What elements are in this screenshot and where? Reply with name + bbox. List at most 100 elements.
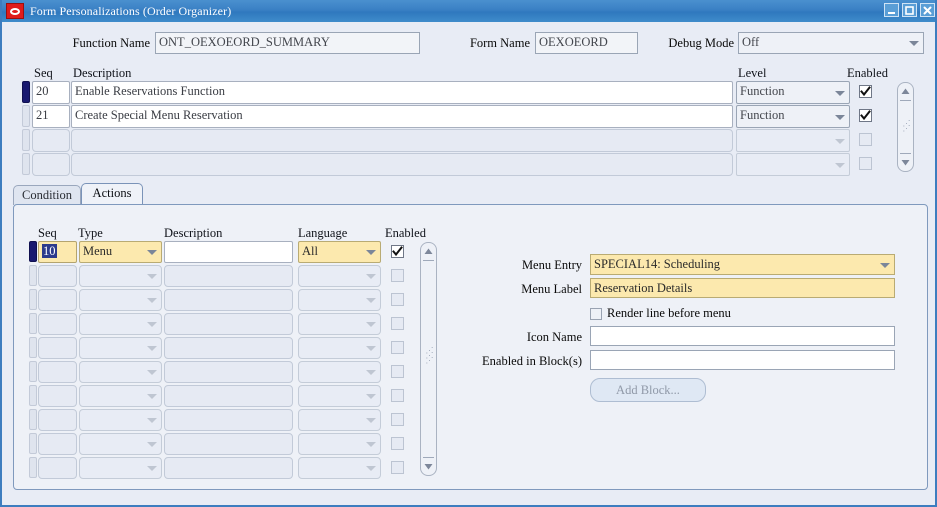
action-row-indicator[interactable] (29, 385, 37, 406)
actions-cell-enabled-checkbox[interactable] (391, 317, 404, 330)
action-row-indicator[interactable] (29, 361, 37, 382)
actions-cell-description[interactable] (164, 385, 293, 407)
actions-cell-seq[interactable] (38, 409, 77, 431)
scrollbar-grip[interactable]: ⋰ ⋰ (903, 120, 911, 133)
render-line-checkbox[interactable] (590, 307, 602, 320)
action-row-indicator[interactable] (29, 433, 37, 454)
function-name-field[interactable]: ONT_OEXOEORD_SUMMARY (155, 32, 420, 54)
actions-scrollbar[interactable]: ⋰ ⋰ ⋰ (420, 242, 437, 476)
close-button[interactable] (920, 3, 935, 17)
rules-cell-enabled-checkbox[interactable] (859, 109, 872, 122)
actions-cell-seq[interactable] (38, 313, 77, 335)
actions-cell-type[interactable] (79, 289, 162, 311)
actions-cell-seq[interactable] (38, 457, 77, 479)
actions-cell-description[interactable] (164, 361, 293, 383)
tab-actions[interactable]: Actions (81, 183, 143, 205)
actions-cell-type[interactable]: Menu (79, 241, 162, 263)
actions-cell-type[interactable] (79, 265, 162, 287)
action-row-indicator[interactable] (29, 457, 37, 478)
debug-mode-dropdown[interactable]: Off (738, 32, 924, 54)
actions-cell-type[interactable] (79, 361, 162, 383)
rules-cell-seq[interactable]: 21 (32, 105, 70, 128)
actions-cell-seq[interactable] (38, 289, 77, 311)
actions-cell-type[interactable] (79, 313, 162, 335)
actions-cell-enabled-checkbox[interactable] (391, 245, 404, 258)
actions-cell-language[interactable] (298, 265, 381, 287)
rules-cell-description[interactable] (71, 153, 733, 176)
actions-cell-description[interactable] (164, 457, 293, 479)
actions-cell-language[interactable] (298, 433, 381, 455)
scroll-down-icon[interactable] (899, 156, 912, 169)
rules-cell-enabled-checkbox[interactable] (859, 157, 872, 170)
actions-cell-description[interactable] (164, 337, 293, 359)
actions-cell-language[interactable] (298, 337, 381, 359)
actions-cell-language[interactable] (298, 361, 381, 383)
form-name-field[interactable]: OEXOEORD (535, 32, 638, 54)
row-indicator[interactable] (22, 81, 30, 103)
actions-cell-language[interactable] (298, 409, 381, 431)
rules-cell-description[interactable] (71, 129, 733, 152)
row-indicator[interactable] (22, 153, 30, 175)
action-row-indicator[interactable] (29, 409, 37, 430)
menu-entry-dropdown[interactable]: SPECIAL14: Scheduling (590, 254, 895, 275)
actions-scroll-down-icon[interactable] (422, 460, 435, 473)
actions-cell-seq[interactable] (38, 265, 77, 287)
rules-cell-level[interactable] (736, 129, 850, 152)
actions-scrollbar-grip[interactable]: ⋰ ⋰ ⋰ (426, 347, 434, 365)
actions-cell-language[interactable]: All (298, 241, 381, 263)
actions-cell-description[interactable] (164, 265, 293, 287)
rules-cell-enabled-checkbox[interactable] (859, 85, 872, 98)
rules-cell-description[interactable]: Create Special Menu Reservation (71, 105, 733, 128)
row-indicator[interactable] (22, 129, 30, 151)
render-line-row[interactable]: Render line before menu (590, 306, 731, 321)
actions-cell-type[interactable] (79, 457, 162, 479)
rules-cell-description[interactable]: Enable Reservations Function (71, 81, 733, 104)
actions-cell-language[interactable] (298, 457, 381, 479)
actions-scroll-up-icon[interactable] (422, 245, 435, 258)
rules-cell-seq[interactable]: 20 (32, 81, 70, 104)
actions-cell-description[interactable] (164, 409, 293, 431)
rules-scrollbar[interactable]: ⋰ ⋰ (897, 82, 914, 172)
actions-cell-language[interactable] (298, 385, 381, 407)
actions-cell-description[interactable] (164, 313, 293, 335)
action-row-indicator[interactable] (29, 313, 37, 334)
actions-cell-seq[interactable] (38, 385, 77, 407)
actions-cell-seq[interactable]: 10 (38, 241, 77, 263)
actions-cell-type[interactable] (79, 433, 162, 455)
actions-cell-enabled-checkbox[interactable] (391, 293, 404, 306)
actions-cell-enabled-checkbox[interactable] (391, 437, 404, 450)
rules-cell-level[interactable]: Function (736, 105, 850, 128)
actions-cell-seq[interactable] (38, 361, 77, 383)
rules-cell-enabled-checkbox[interactable] (859, 133, 872, 146)
actions-cell-description[interactable] (164, 289, 293, 311)
maximize-button[interactable] (902, 3, 917, 17)
add-block-button[interactable]: Add Block... (590, 378, 706, 402)
tab-condition[interactable]: Condition (13, 185, 81, 205)
actions-cell-seq[interactable] (38, 337, 77, 359)
actions-cell-language[interactable] (298, 313, 381, 335)
actions-cell-type[interactable] (79, 337, 162, 359)
action-row-indicator[interactable] (29, 265, 37, 286)
actions-cell-enabled-checkbox[interactable] (391, 413, 404, 426)
actions-cell-enabled-checkbox[interactable] (391, 461, 404, 474)
actions-cell-enabled-checkbox[interactable] (391, 389, 404, 402)
menu-label-field[interactable]: Reservation Details (590, 278, 895, 298)
actions-cell-enabled-checkbox[interactable] (391, 341, 404, 354)
row-indicator[interactable] (22, 105, 30, 127)
actions-cell-language[interactable] (298, 289, 381, 311)
minimize-button[interactable] (884, 3, 899, 17)
actions-cell-type[interactable] (79, 409, 162, 431)
icon-name-field[interactable] (590, 326, 895, 346)
actions-cell-enabled-checkbox[interactable] (391, 269, 404, 282)
action-row-indicator[interactable] (29, 289, 37, 310)
rules-cell-level[interactable] (736, 153, 850, 176)
rules-cell-level[interactable]: Function (736, 81, 850, 104)
actions-cell-description[interactable] (164, 433, 293, 455)
actions-cell-enabled-checkbox[interactable] (391, 365, 404, 378)
actions-cell-type[interactable] (79, 385, 162, 407)
action-row-indicator[interactable] (29, 241, 37, 262)
scroll-up-icon[interactable] (899, 85, 912, 98)
rules-cell-seq[interactable] (32, 153, 70, 176)
rules-cell-seq[interactable] (32, 129, 70, 152)
actions-cell-seq[interactable] (38, 433, 77, 455)
